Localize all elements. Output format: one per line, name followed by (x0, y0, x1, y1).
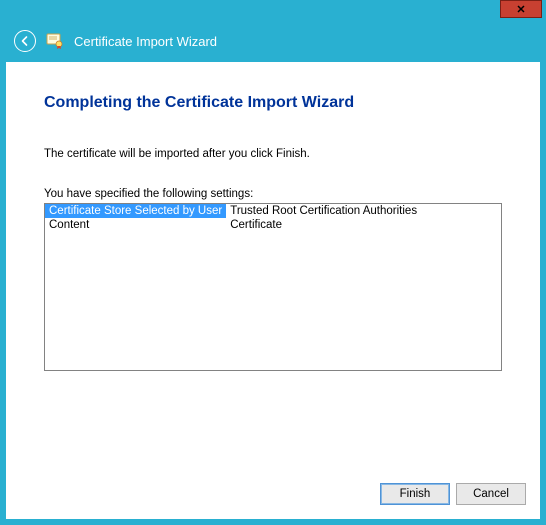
cancel-button[interactable]: Cancel (456, 483, 526, 505)
settings-table: Certificate Store Selected by User Trust… (45, 204, 421, 232)
titlebar: ✕ (0, 0, 546, 24)
settings-label: You have specified the following setting… (44, 188, 502, 200)
setting-key: Certificate Store Selected by User (45, 204, 226, 218)
page-heading: Completing the Certificate Import Wizard (44, 94, 502, 112)
settings-listbox[interactable]: Certificate Store Selected by User Trust… (44, 203, 502, 371)
instruction-text: The certificate will be imported after y… (44, 148, 502, 160)
content-panel: Completing the Certificate Import Wizard… (6, 62, 540, 519)
certificate-icon (46, 32, 64, 50)
setting-value: Trusted Root Certification Authorities (226, 204, 421, 218)
close-button[interactable]: ✕ (500, 0, 542, 18)
wizard-header: Certificate Import Wizard (0, 24, 546, 62)
setting-key: Content (45, 218, 226, 232)
table-row[interactable]: Content Certificate (45, 218, 421, 232)
finish-button[interactable]: Finish (380, 483, 450, 505)
arrow-left-icon (19, 35, 31, 47)
table-row[interactable]: Certificate Store Selected by User Trust… (45, 204, 421, 218)
wizard-title: Certificate Import Wizard (74, 34, 217, 49)
button-row: Finish Cancel (380, 483, 526, 505)
back-button[interactable] (14, 30, 36, 52)
close-icon: ✕ (516, 3, 525, 16)
setting-value: Certificate (226, 218, 421, 232)
